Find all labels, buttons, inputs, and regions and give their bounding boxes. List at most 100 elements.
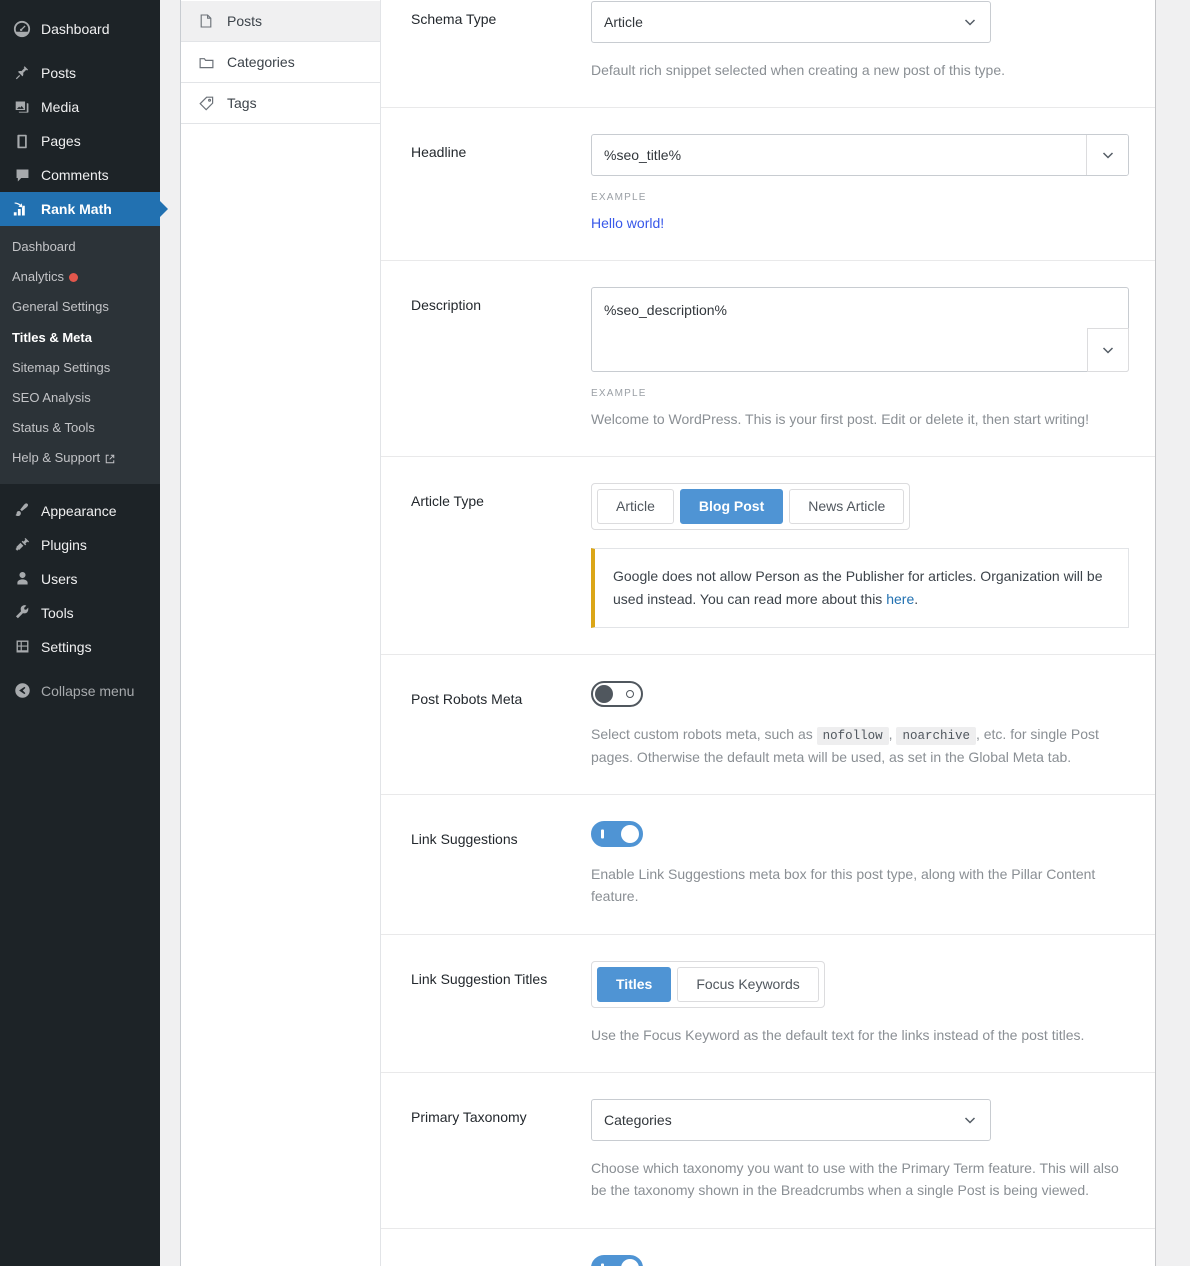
description-textarea[interactable]: %seo_description% xyxy=(592,288,1128,367)
notice-here-link[interactable]: here xyxy=(886,591,914,607)
submenu-item-dashboard[interactable]: Dashboard xyxy=(0,232,160,262)
link-suggestion-titles-help: Use the Focus Keyword as the default tex… xyxy=(591,1026,1085,1043)
tab-posts[interactable]: Posts xyxy=(181,1,380,42)
dashboard-icon xyxy=(12,19,32,39)
submenu-item-help-support[interactable]: Help & Support xyxy=(0,443,160,473)
sidebar-item-appearance[interactable]: Appearance xyxy=(0,494,160,528)
field-label: Link Suggestions xyxy=(411,830,518,847)
description-example-label: EXAMPLE xyxy=(591,388,647,400)
sidebar-item-plugins[interactable]: Plugins xyxy=(0,528,160,562)
article-type-option-blog-post[interactable]: Blog Post xyxy=(679,489,784,525)
submenu-item-seo-analysis[interactable]: SEO Analysis xyxy=(0,383,160,413)
submenu-label: Titles & Meta xyxy=(12,329,92,345)
field-label: Headline xyxy=(411,144,467,161)
link-suggestion-titles-button-group: Titles Focus Keywords xyxy=(591,960,825,1008)
field-description: Description %seo_description% EXAMPLE We… xyxy=(381,261,1190,458)
sidebar-item-label: Rank Math xyxy=(41,201,112,217)
sidebar-item-users[interactable]: Users xyxy=(0,562,160,596)
primary-taxonomy-select[interactable]: Categories xyxy=(591,1098,991,1141)
pin-icon xyxy=(12,63,32,83)
tab-tags[interactable]: Tags xyxy=(181,83,380,124)
collapse-menu-label: Collapse menu xyxy=(41,682,135,699)
sidebar-item-pages[interactable]: Pages xyxy=(0,124,160,158)
right-gutter xyxy=(1156,0,1190,1266)
settings-icon xyxy=(12,637,32,657)
description-variables-button[interactable] xyxy=(1087,328,1129,373)
tab-categories[interactable]: Categories xyxy=(181,42,380,83)
field-link-suggestion-titles: Link Suggestion Titles Titles Focus Keyw… xyxy=(381,935,1190,1073)
field-link-suggestions: Link Suggestions Enable Link Suggestions… xyxy=(381,795,1190,935)
notice-text-suffix: . xyxy=(914,590,919,607)
link-suggestion-option-focus-keywords[interactable]: Focus Keywords xyxy=(677,966,819,1002)
description-example-value: Welcome to WordPress. This is your first… xyxy=(591,411,1089,428)
rank-math-icon xyxy=(12,199,32,219)
sidebar-item-label: Pages xyxy=(41,133,81,149)
schema-type-select[interactable]: Article xyxy=(591,1,991,43)
sidebar-item-label: Plugins xyxy=(41,536,87,553)
submenu-item-sitemap-settings[interactable]: Sitemap Settings xyxy=(0,353,160,383)
code-noarchive: noarchive xyxy=(896,726,976,745)
description-input-group: %seo_description% xyxy=(591,287,1129,373)
headline-input[interactable] xyxy=(592,135,1086,176)
sidebar-item-label: Comments xyxy=(41,167,109,183)
article-type-option-article[interactable]: Article xyxy=(597,489,674,525)
sidebar-item-comments[interactable]: Comments xyxy=(0,158,160,192)
sidebar-bottom-filler xyxy=(0,1252,160,1266)
primary-taxonomy-value: Categories xyxy=(604,1111,672,1128)
field-label: Add SEO Controls xyxy=(411,1255,591,1266)
toggle-knob xyxy=(621,1258,639,1266)
toggle-knob xyxy=(621,824,639,843)
sidebar-item-posts[interactable]: Posts xyxy=(0,56,160,90)
collapse-menu-button[interactable]: Collapse menu xyxy=(0,674,160,708)
article-type-option-news-article[interactable]: News Article xyxy=(789,489,905,525)
sidebar-item-label: Media xyxy=(41,99,80,115)
post-robots-meta-help: Select custom robots meta, such as nofol… xyxy=(591,723,1131,768)
submenu-item-general-settings[interactable]: General Settings xyxy=(0,292,160,322)
sidebar-item-label: Tools xyxy=(41,604,74,621)
field-control: Select custom robots meta, such as nofol… xyxy=(591,680,1131,768)
submenu-item-status-tools[interactable]: Status & Tools xyxy=(0,413,160,443)
post-robots-meta-toggle[interactable] xyxy=(591,680,643,707)
submenu-label: Status & Tools xyxy=(12,420,95,436)
menu-divider xyxy=(0,484,160,494)
submenu-label: Help & Support xyxy=(12,450,101,466)
link-suggestion-option-titles[interactable]: Titles xyxy=(597,966,672,1002)
tab-label: Categories xyxy=(227,54,295,70)
page-icon xyxy=(12,131,32,151)
collapse-icon xyxy=(12,681,32,701)
brush-icon xyxy=(12,501,32,521)
user-icon xyxy=(12,569,32,589)
wrench-icon xyxy=(12,603,32,623)
headline-input-group xyxy=(591,134,1129,177)
field-add-seo-controls: Add SEO Controls Add SEO controls for th… xyxy=(381,1229,1190,1266)
rank-math-settings-panel: Posts Categories Tags Schema Type Articl… xyxy=(180,0,1190,1266)
article-type-notice: Google does not allow Person as the Publ… xyxy=(591,548,1129,628)
sidebar-item-tools[interactable]: Tools xyxy=(0,596,160,630)
field-control: Enable Link Suggestions meta box for thi… xyxy=(591,820,1131,908)
settings-fields: Schema Type Article Default rich snippet… xyxy=(381,0,1190,1266)
sidebar-item-label: Settings xyxy=(41,638,92,655)
sidebar-item-dashboard[interactable]: Dashboard xyxy=(0,12,160,46)
field-control: %seo_description% EXAMPLE Welcome to Wor… xyxy=(591,287,1131,430)
sidebar-item-rank-math[interactable]: Rank Math xyxy=(0,192,168,226)
toggle-off-mark-icon xyxy=(626,689,634,698)
tab-label: Tags xyxy=(227,95,257,111)
submenu-item-analytics[interactable]: Analytics xyxy=(0,262,160,292)
headline-variables-button[interactable] xyxy=(1086,135,1128,176)
field-control: Article Default rich snippet selected wh… xyxy=(591,1,1131,81)
code-nofollow: nofollow xyxy=(816,726,889,745)
field-label: Schema Type xyxy=(411,11,497,27)
wp-admin-sidebar: Dashboard Posts Media Pages Comments Ran… xyxy=(0,0,168,1266)
rank-math-submenu: Dashboard Analytics General Settings Tit… xyxy=(0,226,160,484)
field-control: Titles Focus Keywords Use the Focus Keyw… xyxy=(591,960,1131,1046)
submenu-item-titles-meta[interactable]: Titles & Meta xyxy=(0,323,160,353)
add-seo-controls-toggle[interactable] xyxy=(591,1254,643,1266)
tag-icon xyxy=(197,94,215,112)
field-label: Description xyxy=(411,297,482,314)
sidebar-item-label: Appearance xyxy=(41,502,117,519)
sidebar-item-settings[interactable]: Settings xyxy=(0,630,160,664)
sidebar-item-media[interactable]: Media xyxy=(0,90,160,124)
media-icon xyxy=(12,97,32,117)
link-suggestions-toggle[interactable] xyxy=(591,820,643,847)
submenu-label: SEO Analysis xyxy=(12,389,91,405)
